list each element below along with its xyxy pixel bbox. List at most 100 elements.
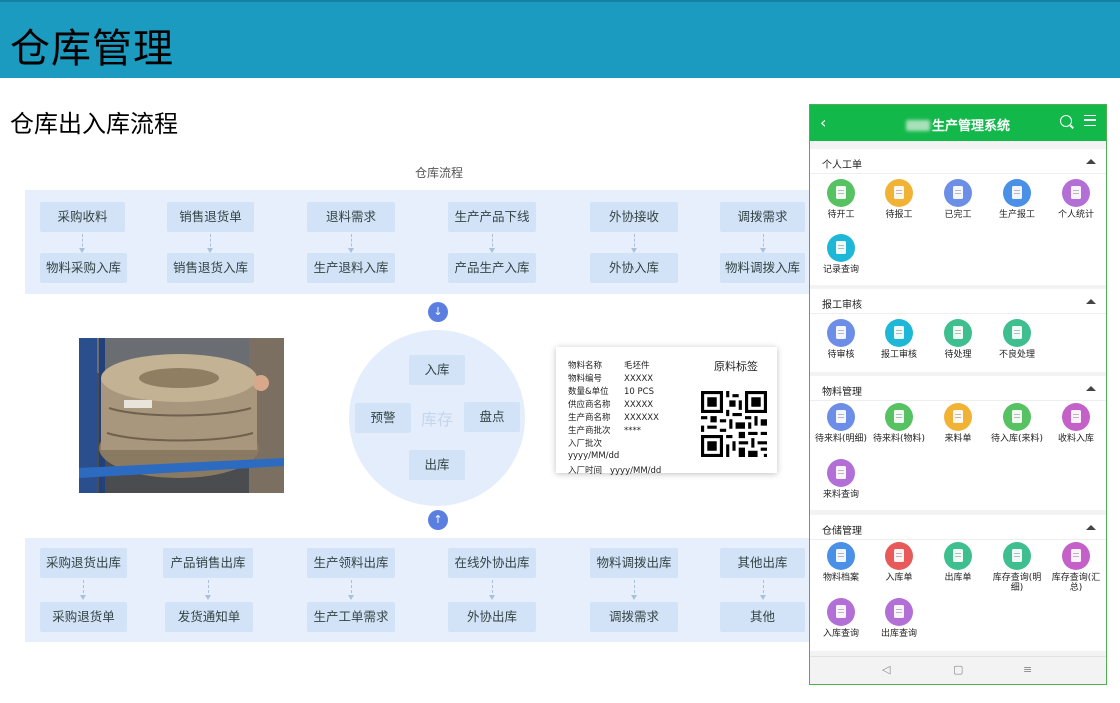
inventory-detail-icon — [1003, 542, 1031, 570]
flow-box: 生产工单需求 — [307, 602, 395, 632]
label-row: 物料名称 毛坯件 — [568, 361, 650, 371]
mobile-app-screen: ‹ 生产管理系统 个人工单 待开工 待报工 已完工 生产报工 个人统计 记录查询… — [809, 104, 1107, 685]
flow-box: 生产退料入库 — [307, 253, 395, 283]
stock-in-order-icon — [885, 542, 913, 570]
flow-box: 采购退货单 — [40, 602, 127, 632]
section-title: 仓储管理 — [822, 526, 862, 537]
label-row: yyyy/MM/dd — [568, 451, 620, 461]
record-query-icon — [827, 234, 855, 262]
personal-stats-icon — [1062, 179, 1090, 207]
production-report-icon — [1003, 179, 1031, 207]
app-tile[interactable]: 来料单 — [929, 403, 987, 444]
flow-arrow — [207, 234, 213, 253]
pending-incoming-material-icon — [885, 403, 913, 431]
circle-box-inbound: 入库 — [409, 355, 465, 385]
app-tile[interactable]: 入库单 — [870, 542, 928, 583]
label-row: 生产商名称 XXXXXX — [568, 413, 659, 423]
app-tile[interactable]: 出库查询 — [870, 598, 928, 639]
report-review-icon — [885, 319, 913, 347]
app-tile[interactable]: 不良处理 — [988, 319, 1046, 360]
app-tile[interactable]: 库存查询(汇总) — [1047, 542, 1105, 593]
app-tile[interactable]: 库存查询(明细) — [988, 542, 1046, 593]
material-label-card: 原料标签 物料名称 毛坯件 物料编号 XXXXX 数量&单位 10 PCS 供应商名称… — [556, 347, 777, 476]
flow-box: 产品销售出库 — [163, 548, 253, 578]
flow-arrow — [631, 580, 637, 600]
app-tile[interactable]: 待报工 — [870, 179, 928, 220]
slide-title-bar: 仓库管理 — [0, 0, 1120, 78]
label-row: 入厂批次 — [568, 439, 603, 449]
collapse-icon[interactable] — [1086, 525, 1096, 530]
blurred-company-name — [905, 120, 930, 131]
material-archive-icon — [827, 542, 855, 570]
app-tile[interactable]: 记录查询 — [812, 234, 870, 275]
pending-review-icon — [827, 319, 855, 347]
label-row: 数量&单位 10 PCS — [568, 387, 654, 397]
search-icon[interactable] — [1060, 115, 1072, 127]
app-tile[interactable]: 收料入库 — [1047, 403, 1105, 444]
nav-home-icon[interactable]: ▢ — [953, 663, 963, 676]
arrow-down-icon: ↓ — [428, 302, 448, 322]
label-row: 供应商名称 XXXXX — [568, 400, 654, 410]
app-tile[interactable]: 入库查询 — [812, 598, 870, 639]
flow-box: 物料调拨出库 — [590, 548, 678, 578]
collapse-icon[interactable] — [1086, 386, 1096, 391]
section-material-management: 物料管理 待来料(明细) 待来料(物料) 来料单 待入库(来料) 收料入库 来料… — [810, 376, 1106, 510]
collapse-icon[interactable] — [1086, 159, 1096, 164]
menu-icon[interactable] — [1084, 115, 1096, 126]
nav-back-icon[interactable]: ◁ — [882, 663, 890, 676]
app-tile[interactable]: 待来料(明细) — [812, 403, 870, 444]
arrow-up-icon: ↑ — [428, 510, 448, 530]
flow-box: 其他出库 — [720, 548, 805, 578]
flow-box: 退料需求 — [307, 202, 395, 232]
app-tile[interactable]: 生产报工 — [988, 179, 1046, 220]
flow-box: 在线外协出库 — [448, 548, 536, 578]
collapse-icon[interactable] — [1086, 299, 1096, 304]
pending-report-icon — [885, 179, 913, 207]
flow-box: 生产产品下线 — [448, 202, 536, 232]
flow-arrow — [489, 580, 495, 600]
pending-process-icon — [944, 319, 972, 347]
flow-box: 采购退货出库 — [40, 548, 127, 578]
pending-start-icon — [827, 179, 855, 207]
app-tile[interactable]: 待处理 — [929, 319, 987, 360]
app-tile[interactable]: 报工审核 — [870, 319, 928, 360]
defect-handling-icon — [1003, 319, 1031, 347]
warehouse-photo — [79, 338, 284, 493]
inventory-circle: 库存 入库 预警 盘点 出库 — [349, 330, 525, 506]
inbound-band: 采购收料 物料采购入库 销售退货单 销售退货入库 退料需求 生产退料入库 生产产… — [25, 190, 815, 294]
section-personal-orders: 个人工单 待开工 待报工 已完工 生产报工 个人统计 记录查询 — [810, 149, 1106, 285]
section-title: 个人工单 — [822, 160, 862, 171]
qr-code-icon — [701, 391, 767, 457]
incoming-order-icon — [944, 403, 972, 431]
outbound-band: 采购退货出库 采购退货单 产品销售出库 发货通知单 生产领料出库 生产工单需求 … — [25, 538, 815, 642]
flow-box: 外协入库 — [590, 253, 678, 283]
flow-arrow — [80, 580, 86, 600]
slide-subtitle: 仓库出入库流程 — [10, 110, 178, 138]
flow-box: 调拨需求 — [720, 202, 805, 232]
app-tile[interactable]: 物料档案 — [812, 542, 870, 583]
app-tile[interactable]: 个人统计 — [1047, 179, 1105, 220]
section-report-review: 报工审核 待审核 报工审核 待处理 不良处理 — [810, 289, 1106, 372]
flow-box: 外协接收 — [590, 202, 678, 232]
flow-arrow — [348, 580, 354, 600]
app-tile[interactable]: 待入库(来料) — [988, 403, 1046, 444]
nav-menu-icon[interactable]: ≡ — [1023, 663, 1032, 676]
circle-box-stocktake: 盘点 — [464, 402, 520, 432]
app-tile[interactable]: 来料查询 — [812, 459, 870, 500]
slide-title: 仓库管理 — [10, 26, 174, 72]
flow-box: 采购收料 — [40, 202, 125, 232]
app-tile[interactable]: 待开工 — [812, 179, 870, 220]
receive-stock-in-icon — [1062, 403, 1090, 431]
app-header: ‹ 生产管理系统 — [810, 105, 1106, 141]
flow-box: 调拨需求 — [590, 602, 678, 632]
flow-box: 产品生产入库 — [448, 253, 536, 283]
app-tile[interactable]: 待审核 — [812, 319, 870, 360]
app-tile[interactable]: 出库单 — [929, 542, 987, 583]
section-title: 报工审核 — [822, 300, 862, 311]
section-warehouse-management: 仓储管理 物料档案 入库单 出库单 库存查询(明细) 库存查询(汇总) 入库查询… — [810, 515, 1106, 651]
circle-box-warning: 预警 — [355, 403, 411, 433]
flow-box: 物料采购入库 — [40, 253, 127, 283]
app-tile[interactable]: 已完工 — [929, 179, 987, 220]
app-tile[interactable]: 待来料(物料) — [870, 403, 928, 444]
flow-box: 外协出库 — [448, 602, 536, 632]
